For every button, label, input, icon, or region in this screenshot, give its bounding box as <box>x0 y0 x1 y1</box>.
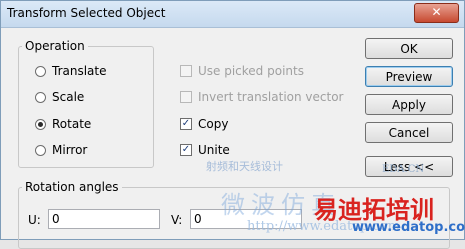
invert-translation-label: Invert translation vector <box>198 90 344 104</box>
use-picked-points-label: Use picked points <box>198 64 304 78</box>
copy-box[interactable]: ✓ <box>180 118 192 130</box>
radio-scale-circle[interactable] <box>35 91 46 103</box>
radio-scale[interactable]: Scale <box>35 90 84 104</box>
use-picked-points-box[interactable] <box>180 65 192 77</box>
operation-group-label: Operation <box>22 39 88 53</box>
copy-checkbox[interactable]: ✓ Copy <box>180 117 228 131</box>
dialog-window: Transform Selected Object ✕ Operation Tr… <box>0 0 465 249</box>
window-title: Transform Selected Object <box>7 6 166 20</box>
apply-button[interactable]: Apply <box>365 94 453 115</box>
unite-box[interactable]: ✓ <box>180 144 192 156</box>
unite-label: Unite <box>198 143 230 157</box>
radio-mirror[interactable]: Mirror <box>35 143 87 157</box>
title-bar: Transform Selected Object ✕ <box>1 1 464 28</box>
copy-label: Copy <box>198 117 229 131</box>
invert-translation-box[interactable] <box>180 91 192 103</box>
radio-mirror-label: Mirror <box>52 143 88 157</box>
watermark-line1: 射频和天线设计 <box>206 160 283 173</box>
radio-mirror-circle[interactable] <box>35 144 46 156</box>
radio-translate-circle[interactable] <box>35 65 46 77</box>
use-picked-points-checkbox[interactable]: Use picked points <box>180 64 304 78</box>
invert-translation-checkbox[interactable]: Invert translation vector <box>180 90 343 104</box>
close-icon: ✕ <box>431 5 442 19</box>
radio-rotate[interactable]: Rotate <box>35 117 91 131</box>
less-button[interactable]: Less << <box>365 156 453 177</box>
radio-translate-label: Translate <box>52 64 107 78</box>
radio-scale-label: Scale <box>52 90 85 104</box>
cancel-button[interactable]: Cancel <box>365 122 453 143</box>
close-button[interactable]: ✕ <box>414 3 459 23</box>
radio-translate[interactable]: Translate <box>35 64 107 78</box>
v-label: V: <box>171 213 183 227</box>
rotation-angles-label: Rotation angles <box>22 180 122 194</box>
unite-checkbox[interactable]: ✓ Unite <box>180 143 230 157</box>
ok-button[interactable]: OK <box>365 38 453 59</box>
u-angle-input[interactable]: 0 <box>48 209 160 229</box>
u-label: U: <box>28 213 41 227</box>
v-angle-input[interactable]: 0 <box>190 209 302 229</box>
preview-button[interactable]: Preview <box>365 66 453 87</box>
radio-rotate-label: Rotate <box>52 117 92 131</box>
radio-rotate-circle[interactable] <box>35 118 46 130</box>
